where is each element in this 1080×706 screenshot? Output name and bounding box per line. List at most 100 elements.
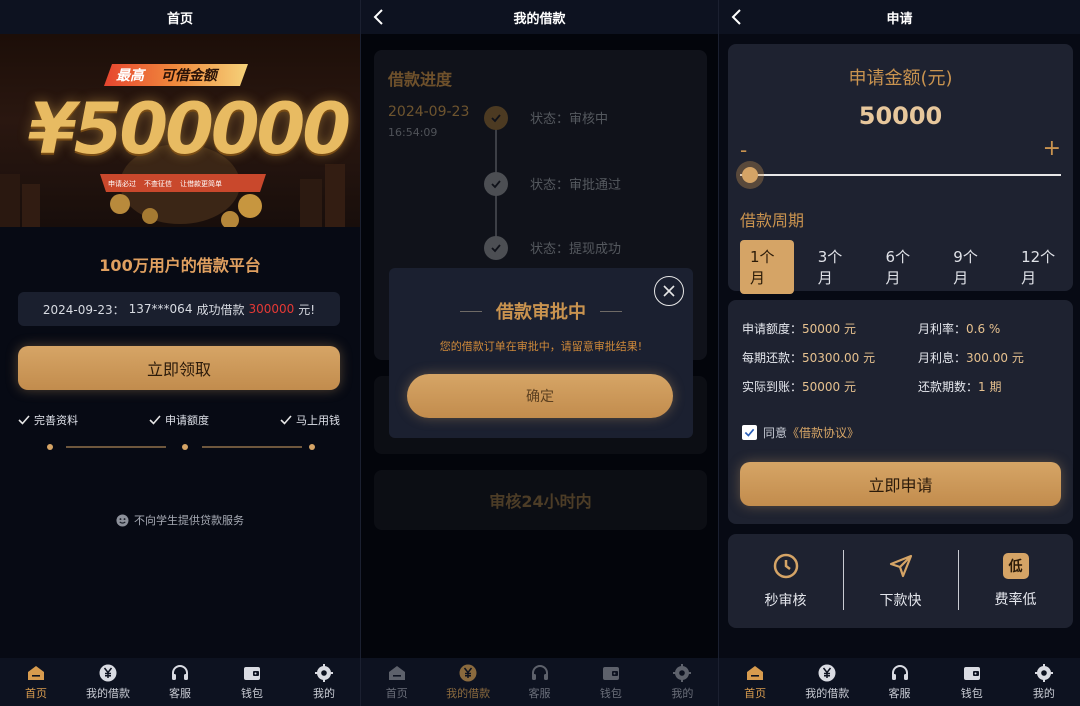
agree-label: 同意 xyxy=(763,426,788,440)
banner-bullet: 不查征信 xyxy=(144,180,172,188)
ticker-suffix: 元! xyxy=(298,302,316,317)
tab-my-loans[interactable]: 我的借款 xyxy=(791,658,863,706)
slider-knob[interactable] xyxy=(742,167,758,183)
tab-label: 钱包 xyxy=(241,687,263,700)
agreement-link[interactable]: 《借款协议》 xyxy=(787,424,859,441)
home-icon xyxy=(28,666,44,680)
detail-amount: 申请额度：50000 元 xyxy=(742,320,856,337)
gear-icon xyxy=(673,664,692,682)
tab-home[interactable]: 首页 xyxy=(361,658,432,706)
feature-label: 费率低 xyxy=(994,592,1037,608)
headset-icon xyxy=(531,665,548,680)
agree-checkbox[interactable] xyxy=(742,425,757,440)
detail-value: 50300.00 元 xyxy=(802,351,876,365)
ticker-date: 2024-09-23： xyxy=(42,302,125,317)
term-option[interactable]: 6个月 xyxy=(876,240,930,294)
process-steps: 完善资料 申请额度 马上用钱 xyxy=(18,410,340,430)
term-option[interactable]: 1个月 xyxy=(740,240,794,294)
clock-history-icon xyxy=(773,553,798,579)
step-item: 申请额度 xyxy=(149,410,209,430)
tab-me[interactable]: 我的 xyxy=(288,658,360,706)
increase-button[interactable]: + xyxy=(1043,136,1061,161)
tab-label: 我的 xyxy=(1032,687,1055,700)
detail-value: 0.6 % xyxy=(966,322,1001,336)
detail-value: 50000 元 xyxy=(802,322,857,336)
low-fee-icon: 低 xyxy=(1002,553,1029,579)
detail-interest: 月利息：300.00 元 xyxy=(918,349,1024,366)
tab-wallet[interactable]: 钱包 xyxy=(216,658,288,706)
home-icon xyxy=(388,666,405,680)
decrease-button[interactable]: - xyxy=(740,138,747,162)
amount-card: 申请金额(元) 50000 - + 借款周期 1个月 3个月 6个月 9个月 1… xyxy=(728,44,1073,294)
headset-icon xyxy=(891,665,908,680)
banner-tag-left: 最高 xyxy=(116,68,144,84)
step-label: 完善资料 xyxy=(34,414,78,427)
close-icon[interactable] xyxy=(654,276,684,306)
send-arrow-icon xyxy=(889,554,912,578)
tab-support[interactable]: 客服 xyxy=(144,658,216,706)
term-option[interactable]: 12个月 xyxy=(1011,240,1073,294)
banner-amount: ¥500000 xyxy=(28,88,351,170)
term-option[interactable]: 9个月 xyxy=(943,240,997,294)
tab-wallet[interactable]: 钱包 xyxy=(936,658,1008,706)
feature-low-fee: 低 费率低 xyxy=(958,534,1073,628)
step-label: 马上用钱 xyxy=(296,414,340,427)
check-icon xyxy=(18,415,30,425)
loan-ticker: 2024-09-23： 137***064 成功借款 300000 元! xyxy=(18,292,340,326)
banner-bullets: 申请必过 不查征信 让借款更简单 xyxy=(108,179,222,189)
detail-label: 月利息： xyxy=(918,351,967,365)
tab-home[interactable]: 首页 xyxy=(0,658,72,706)
step-item: 完善资料 xyxy=(18,410,78,430)
step-item: 马上用钱 xyxy=(280,410,340,430)
tab-support[interactable]: 客服 xyxy=(504,658,575,706)
smile-icon xyxy=(116,513,129,527)
confirm-button[interactable]: 确定 xyxy=(407,374,673,418)
detail-label: 实际到账： xyxy=(742,380,803,394)
agreement-row: 同意 《借款协议》 xyxy=(742,424,859,441)
check-icon xyxy=(149,415,161,425)
feature-fast-review: 秒审核 xyxy=(728,534,843,628)
detail-value: 300.00 元 xyxy=(966,351,1024,365)
detail-received: 实际到账：50000 元 xyxy=(742,378,856,395)
loans-screen: 我的借款 借款进度 2024-09-23 16:54:09 状态：审核中 状态：… xyxy=(361,0,718,706)
platform-slogan: 100万用户的借款平台 xyxy=(99,256,261,275)
details-card: 申请额度：50000 元 月利率：0.6 % 每期还款：50300.00 元 月… xyxy=(728,300,1073,524)
tab-bar: 首页 我的借款 客服 钱包 我的 xyxy=(0,658,360,706)
tab-me[interactable]: 我的 xyxy=(1008,658,1080,706)
back-arrow-icon[interactable] xyxy=(727,7,747,27)
tab-label: 钱包 xyxy=(960,687,983,700)
check-icon xyxy=(280,415,292,425)
tab-me[interactable]: 我的 xyxy=(647,658,718,706)
header: 申请 xyxy=(719,0,1080,34)
submit-apply-button[interactable]: 立即申请 xyxy=(740,462,1061,506)
detail-value: 50000 元 xyxy=(802,380,857,394)
banner-tag: 最高 可借金额 xyxy=(116,65,217,85)
header: 首页 xyxy=(0,0,360,34)
home-screen: 首页 最高 可借金额 ¥500000 申请必过 不查征信 让借款更简单 100万… xyxy=(0,0,360,706)
yen-coin-icon xyxy=(99,664,117,682)
term-options: 1个月 3个月 6个月 9个月 12个月 xyxy=(740,240,1073,294)
term-option[interactable]: 3个月 xyxy=(808,240,862,294)
ticker-action: 成功借款 xyxy=(196,302,245,317)
student-notice: 不向学生提供贷款服务 xyxy=(0,512,360,528)
claim-button[interactable]: 立即领取 xyxy=(18,346,340,390)
tab-wallet[interactable]: 钱包 xyxy=(575,658,646,706)
banner-bullet: 让借款更简单 xyxy=(180,180,222,188)
feature-label: 下款快 xyxy=(879,593,922,609)
detail-label: 月利率： xyxy=(918,322,967,336)
amount-value: 50000 xyxy=(858,102,943,130)
tab-my-loans[interactable]: 我的借款 xyxy=(72,658,144,706)
features-card: 秒审核 下款快 低 费率低 xyxy=(728,534,1073,628)
tab-home[interactable]: 首页 xyxy=(719,658,791,706)
modal-title: 借款审批中 xyxy=(496,302,586,323)
tab-label: 首页 xyxy=(385,687,408,700)
detail-rate: 月利率：0.6 % xyxy=(918,320,1000,337)
amount-title: 申请金额(元) xyxy=(848,68,953,89)
ticker-amount: 300000 xyxy=(248,302,295,316)
tab-support[interactable]: 客服 xyxy=(863,658,935,706)
back-arrow-icon[interactable] xyxy=(369,7,389,27)
tab-label: 我的借款 xyxy=(446,687,491,700)
promo-banner[interactable]: 最高 可借金额 ¥500000 申请必过 不查征信 让借款更简单 xyxy=(0,34,360,227)
tab-my-loans[interactable]: 我的借款 xyxy=(432,658,503,706)
amount-slider[interactable] xyxy=(740,174,1061,176)
